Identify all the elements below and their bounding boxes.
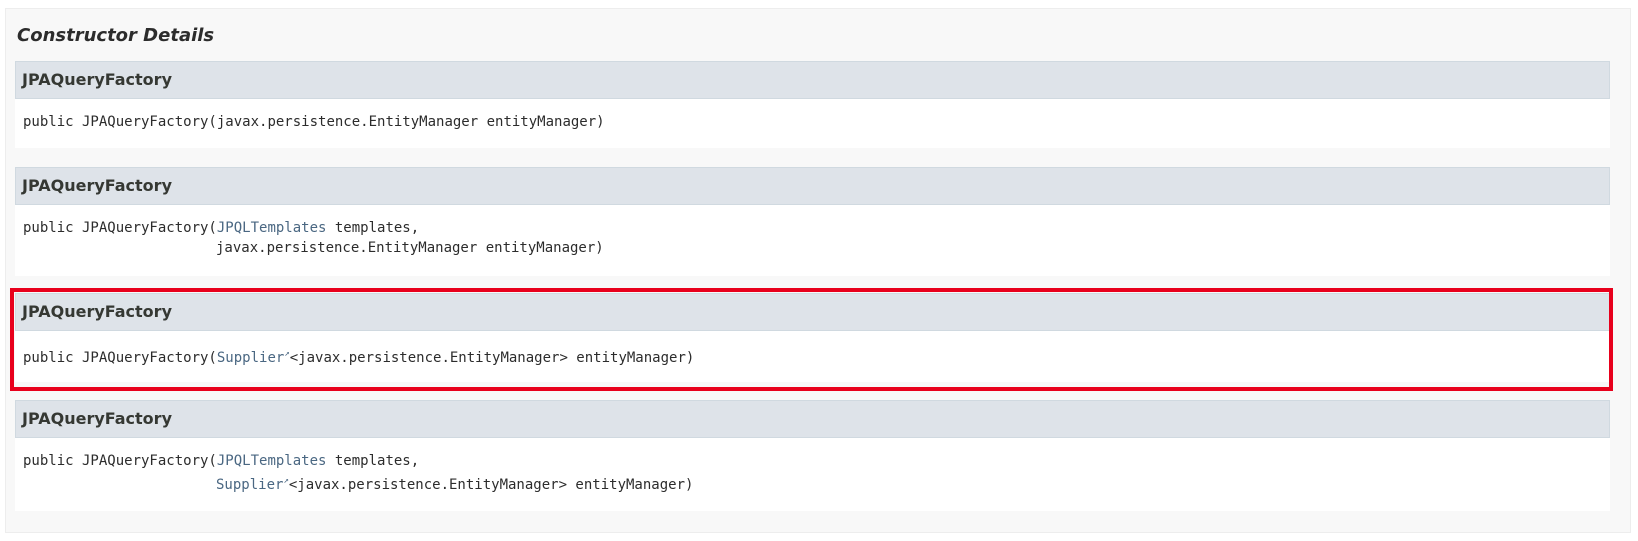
constructor-name-heading: JPAQueryFactory — [15, 400, 1610, 438]
signature-line-2: <javax.persistence.EntityManager> entity… — [288, 477, 694, 493]
constructor-signature: public JPAQueryFactory(Supplier↗<javax.p… — [15, 331, 1610, 368]
section-title: Constructor Details — [17, 25, 215, 46]
signature-param-name: templates, — [326, 453, 420, 469]
constructor-name-heading: JPAQueryFactory — [15, 167, 1610, 205]
jpqltemplates-link[interactable]: JPQLTemplates — [217, 453, 327, 469]
signature-prefix: public JPAQueryFactory( — [23, 114, 217, 130]
constructor-signature: public JPAQueryFactory(JPQLTemplates tem… — [15, 205, 1610, 258]
signature-prefix: public JPAQueryFactory( — [23, 453, 217, 469]
constructor-block: JPAQueryFactory public JPAQueryFactory(S… — [15, 293, 1610, 382]
constructor-signature: public JPAQueryFactory(JPQLTemplates tem… — [15, 438, 1610, 495]
constructor-block: JPAQueryFactory public JPAQueryFactory(J… — [15, 400, 1610, 511]
signature-prefix: public JPAQueryFactory( — [23, 350, 217, 366]
constructor-block: JPAQueryFactory public JPAQueryFactory(J… — [15, 167, 1610, 276]
constructor-signature: public JPAQueryFactory(javax.persistence… — [15, 99, 1610, 132]
signature-line-2: javax.persistence.EntityManager entityMa… — [216, 240, 604, 256]
supplier-link[interactable]: Supplier — [217, 350, 284, 366]
constructor-name-heading: JPAQueryFactory — [15, 293, 1610, 331]
signature-params: <javax.persistence.EntityManager> entity… — [289, 350, 695, 366]
supplier-link[interactable]: Supplier — [216, 477, 283, 493]
signature-prefix: public JPAQueryFactory( — [23, 220, 217, 236]
constructor-name-heading: JPAQueryFactory — [15, 61, 1610, 99]
signature-params: javax.persistence.EntityManager entityMa… — [216, 114, 605, 130]
constructor-block: JPAQueryFactory public JPAQueryFactory(j… — [15, 61, 1610, 148]
signature-param-name: templates, — [326, 220, 420, 236]
jpqltemplates-link[interactable]: JPQLTemplates — [217, 220, 327, 236]
